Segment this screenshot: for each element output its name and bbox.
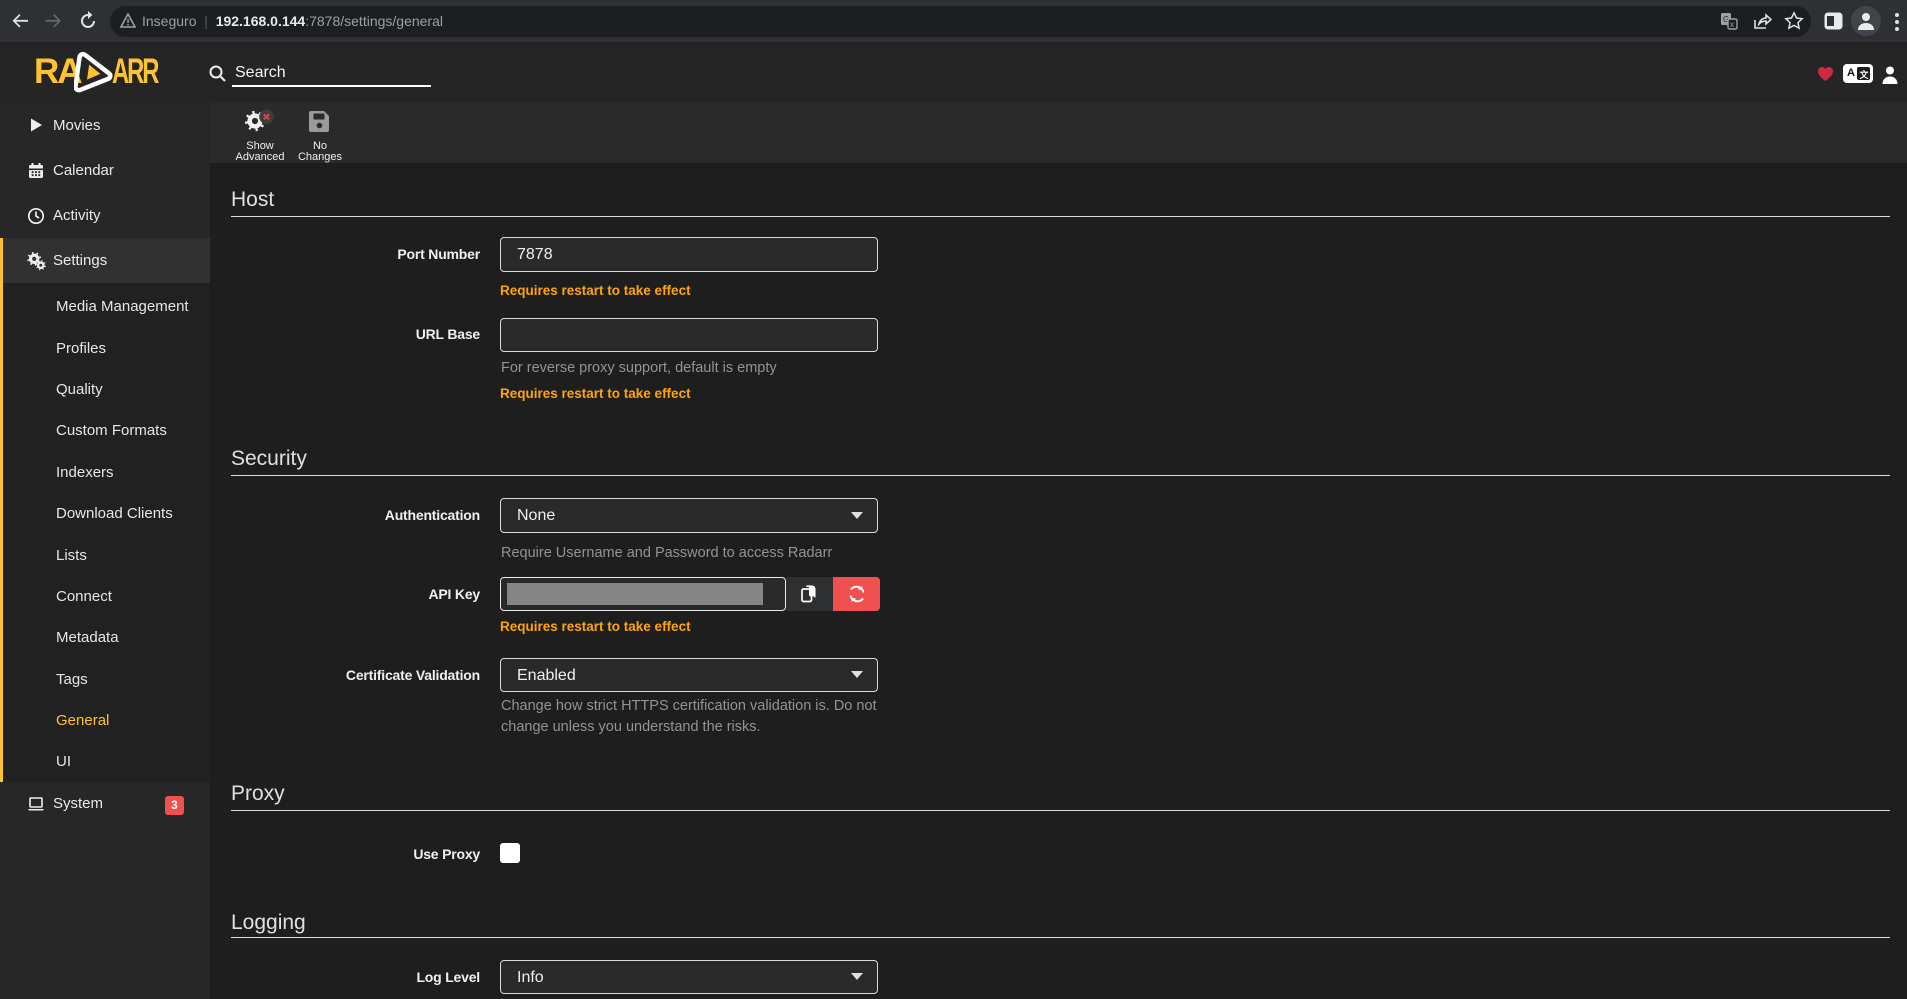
svg-text:x: x	[1730, 20, 1734, 29]
